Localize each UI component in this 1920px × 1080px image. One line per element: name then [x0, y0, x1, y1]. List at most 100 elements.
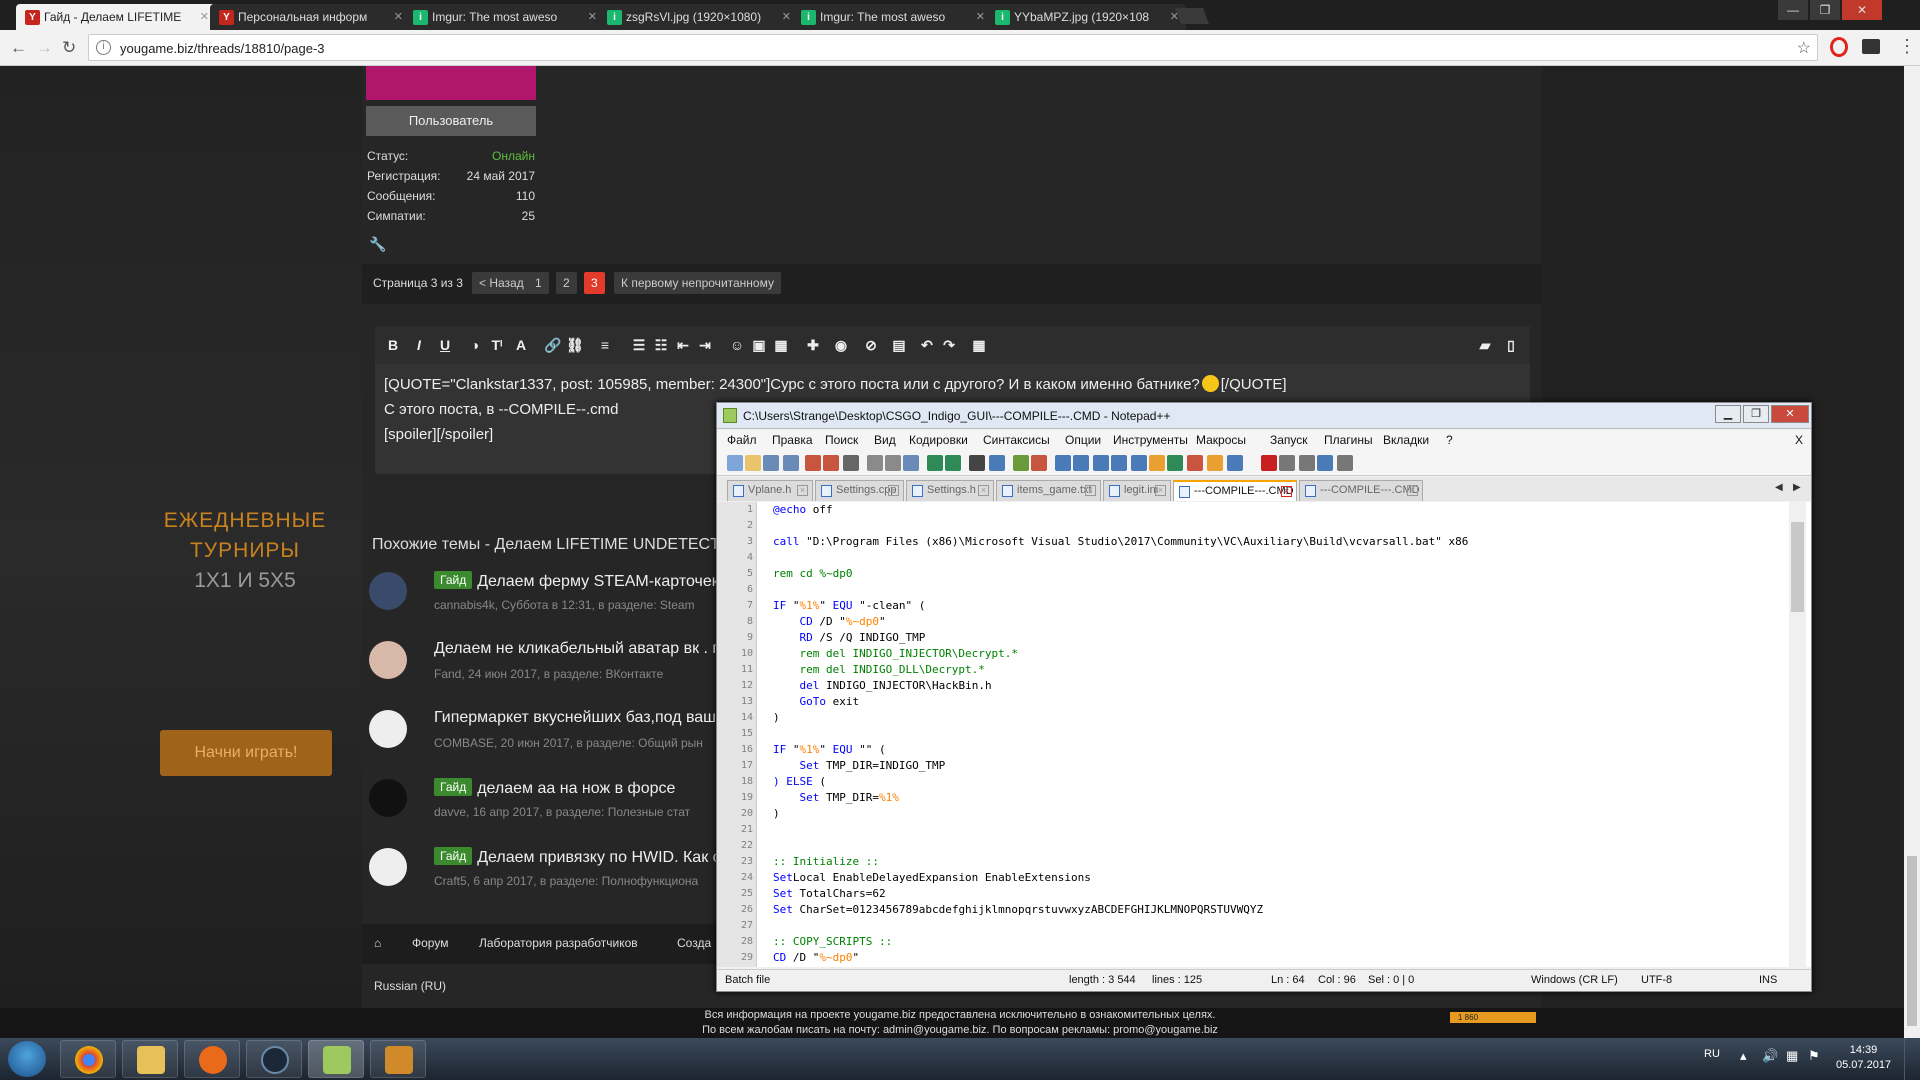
language-selector[interactable]: Russian (RU): [374, 979, 446, 993]
close-icon[interactable]: ✕: [1842, 0, 1882, 20]
npp-file-tab[interactable]: ---COMPILE---.CMD ×: [1173, 480, 1297, 501]
npp-tool-icon[interactable]: [1149, 455, 1165, 471]
info-icon[interactable]: i: [96, 40, 111, 55]
npp-tool-icon[interactable]: [867, 455, 883, 471]
thread-title-text[interactable]: Делаем ферму STEAM-карточек: [477, 573, 719, 590]
thread-avatar[interactable]: [369, 572, 407, 610]
npp-tool-icon[interactable]: [1227, 455, 1243, 471]
thread-avatar[interactable]: [369, 710, 407, 748]
action-center-icon[interactable]: ⚑: [1808, 1048, 1820, 1064]
code-scrollbar[interactable]: [1789, 502, 1806, 967]
tab-close-icon[interactable]: ✕: [588, 10, 597, 23]
opera-icon[interactable]: [1830, 37, 1848, 57]
tab-close-icon[interactable]: ✕: [782, 10, 791, 23]
link-icon[interactable]: 🔗: [543, 335, 563, 355]
bold-icon[interactable]: B: [383, 335, 403, 355]
npp-tool-icon[interactable]: [783, 455, 799, 471]
code-line[interactable]: GoTo exit: [773, 694, 860, 710]
first-unread-button[interactable]: К первому непрочитанному: [614, 272, 781, 294]
code-line[interactable]: rem cd %~dp0: [773, 566, 852, 582]
npp-tool-icon[interactable]: [927, 455, 943, 471]
thread-avatar[interactable]: [369, 641, 407, 679]
code-line[interactable]: @echo off: [773, 502, 833, 518]
tab-close-icon[interactable]: ✕: [976, 10, 985, 23]
npp-file-tab[interactable]: legit.ini ×: [1103, 480, 1171, 501]
wrench-icon[interactable]: 🔧: [369, 236, 386, 253]
npp-tool-icon[interactable]: [1337, 455, 1353, 471]
npp-tool-icon[interactable]: [969, 455, 985, 471]
address-bar[interactable]: i yougame.biz/threads/18810/page-3 ☆: [88, 34, 1818, 61]
npp-menu-item[interactable]: Инструменты: [1113, 433, 1188, 447]
code-line[interactable]: Set TotalChars=62: [773, 886, 886, 902]
thread-title[interactable]: Гайд Делаем привязку по HWID. Как с: [434, 847, 721, 867]
insert-icon[interactable]: ✚: [803, 335, 823, 355]
tab-close-icon[interactable]: ×: [1155, 485, 1166, 496]
npp-tool-icon[interactable]: [989, 455, 1005, 471]
thread-title-text[interactable]: Гипермаркет вкуснейших баз,под ваш: [434, 709, 716, 726]
code-editor[interactable]: 1 2 3 4 5 6 7 8 9 10 11 12 13 14 15 16 17 18 19 20 21 22 23 24 2…: [717, 502, 1811, 967]
npp-menu-item[interactable]: Файл: [727, 433, 757, 447]
npp-tool-icon[interactable]: [805, 455, 821, 471]
media-icon[interactable]: ▦: [771, 335, 791, 355]
bullet-list-icon[interactable]: ☰: [629, 335, 649, 355]
npp-tool-icon[interactable]: [823, 455, 839, 471]
code-line[interactable]: call "D:\Program Files (x86)\Microsoft V…: [773, 534, 1468, 550]
taskbar-csgo[interactable]: [370, 1040, 426, 1078]
npp-tool-icon[interactable]: [1111, 455, 1127, 471]
code-scroll-thumb[interactable]: [1791, 522, 1804, 612]
npp-tool-icon[interactable]: [1031, 455, 1047, 471]
remove-format-icon[interactable]: ⊘: [861, 335, 881, 355]
unlink-icon[interactable]: ⛓: [565, 335, 585, 355]
color-icon[interactable]: ◑: [465, 335, 485, 355]
code-line[interactable]: SetLocal EnableDelayedExpansion EnableEx…: [773, 870, 1091, 886]
npp-tool-icon[interactable]: [727, 455, 743, 471]
code-line[interactable]: IF "%1%" EQU "" (: [773, 742, 886, 758]
code-line[interactable]: del INDIGO_INJECTOR\HackBin.h: [773, 678, 992, 694]
image-icon[interactable]: ▣: [749, 335, 769, 355]
taskbar-explorer[interactable]: [122, 1040, 178, 1078]
npp-menu-item[interactable]: ?: [1446, 433, 1453, 447]
npp-menu-item[interactable]: Макросы: [1196, 433, 1246, 447]
source-icon[interactable]: ▯: [1501, 335, 1521, 355]
npp-menu-item[interactable]: Опции: [1065, 433, 1101, 447]
tab-close-icon[interactable]: ✕: [200, 10, 209, 23]
taskbar-media-player[interactable]: [184, 1040, 240, 1078]
page-scrollbar[interactable]: [1904, 66, 1920, 1038]
footer-lab-link[interactable]: Лаборатория разработчиков: [479, 936, 638, 950]
underline-icon[interactable]: U: [435, 335, 455, 355]
npp-tool-icon[interactable]: [1073, 455, 1089, 471]
thread-title[interactable]: Гайд делаем аа на нож в форсе: [434, 778, 675, 798]
code-line[interactable]: ): [773, 710, 780, 726]
thread-title-text[interactable]: Делаем не кликабельный аватар вк . г: [434, 640, 718, 657]
npp-tool-icon[interactable]: [745, 455, 761, 471]
page-2-button[interactable]: 2: [556, 272, 577, 294]
npp-tool-icon[interactable]: [1093, 455, 1109, 471]
eraser-icon[interactable]: ▰: [1475, 335, 1495, 355]
page-3-button[interactable]: 3: [584, 272, 605, 294]
npp-tool-icon[interactable]: [945, 455, 961, 471]
bookmark-star-icon[interactable]: ☆: [1797, 38, 1811, 58]
code-line[interactable]: CD /D "%~dp0": [773, 614, 886, 630]
npp-close-icon[interactable]: ✕: [1771, 405, 1809, 423]
browser-tab[interactable]: i zsgRsVl.jpg (1920×1080) ✕: [598, 4, 798, 30]
home-icon[interactable]: ⌂: [374, 936, 381, 950]
taskbar-steam[interactable]: [246, 1040, 302, 1078]
redo-icon[interactable]: ↷: [939, 335, 959, 355]
footer-forum-link[interactable]: Форум: [412, 936, 448, 950]
npp-close-doc-icon[interactable]: X: [1795, 433, 1803, 447]
tab-close-icon[interactable]: ×: [1085, 485, 1096, 496]
taskbar-chrome[interactable]: [60, 1040, 116, 1078]
npp-file-tab[interactable]: Settings.h ×: [906, 480, 994, 501]
network-icon[interactable]: ▦: [1786, 1048, 1798, 1064]
undo-icon[interactable]: ↶: [917, 335, 937, 355]
input-language[interactable]: RU: [1704, 1048, 1720, 1060]
browser-tab[interactable]: i YYbaMPZ.jpg (1920×108 ✕: [986, 4, 1186, 30]
new-tab-button[interactable]: [1175, 8, 1209, 24]
thread-title-text[interactable]: делаем аа на нож в форсе: [477, 780, 675, 797]
page-1-button[interactable]: 1: [528, 272, 549, 294]
thread-title[interactable]: Гайд Делаем ферму STEAM-карточек: [434, 571, 719, 591]
volume-icon[interactable]: 🔊: [1762, 1048, 1778, 1064]
code-line[interactable]: IF "%1%" EQU "-clean" (: [773, 598, 925, 614]
browser-tab[interactable]: Y Гайд - Делаем LIFETIME ✕: [16, 4, 216, 30]
npp-file-tab[interactable]: ---COMPILE---.CMD ×: [1299, 480, 1423, 501]
